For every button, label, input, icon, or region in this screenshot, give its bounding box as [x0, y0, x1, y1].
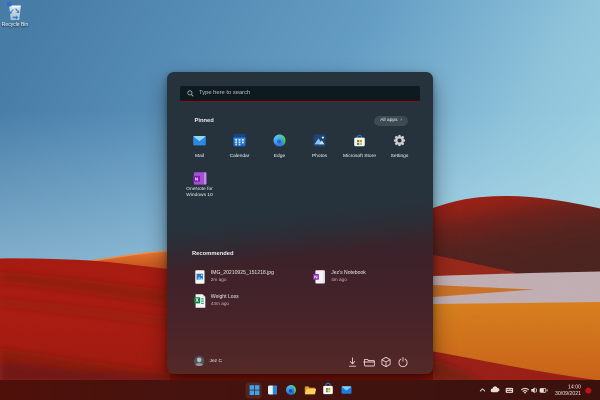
svg-text:30/09/2021: 30/09/2021 — [555, 391, 581, 397]
svg-text:14:00: 14:00 — [568, 385, 581, 391]
svg-text:N: N — [314, 274, 318, 280]
